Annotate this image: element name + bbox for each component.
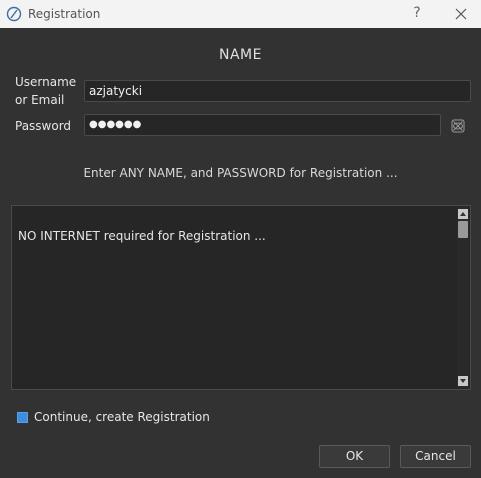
close-icon[interactable] — [452, 5, 470, 23]
vertical-scrollbar[interactable] — [457, 207, 469, 388]
title-bar: Registration ? — [0, 0, 481, 28]
scroll-up-icon[interactable] — [458, 209, 468, 219]
continue-checkbox[interactable] — [17, 412, 28, 423]
ok-button[interactable]: OK — [319, 445, 390, 468]
dialog-heading: NAME — [219, 47, 262, 63]
scroll-thumb[interactable] — [458, 221, 468, 238]
info-text: NO INTERNET required for Registration ..… — [18, 229, 266, 243]
help-button[interactable]: ? — [410, 5, 424, 21]
app-logo-icon — [6, 6, 22, 22]
continue-checkbox-label: Continue, create Registration — [34, 410, 210, 424]
info-text-area[interactable]: NO INTERNET required for Registration ..… — [11, 205, 471, 390]
username-label-line2: or Email — [15, 93, 65, 107]
instruction-text: Enter ANY NAME, and PASSWORD for Registr… — [83, 166, 398, 180]
password-reveal-icon[interactable] — [451, 119, 465, 133]
scroll-down-icon[interactable] — [458, 376, 468, 386]
password-label: Password — [15, 119, 72, 133]
password-input[interactable]: ●●●●●● — [84, 114, 441, 136]
username-label-line1: Username — [15, 75, 77, 89]
cancel-button[interactable]: Cancel — [400, 445, 471, 468]
username-input[interactable]: azjatycki — [84, 80, 471, 102]
window-title: Registration — [28, 7, 101, 21]
